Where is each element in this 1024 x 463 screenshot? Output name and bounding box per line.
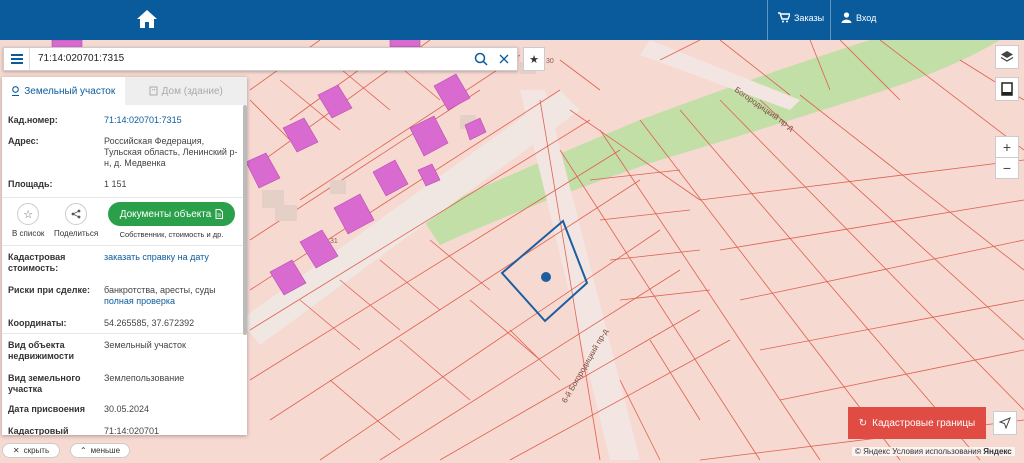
object-type-label: Вид объекта недвижимости: [8, 340, 74, 361]
object-documents-button[interactable]: Документы объекта: [108, 202, 235, 226]
home-icon[interactable]: [136, 8, 158, 30]
minus-icon: −: [1002, 160, 1012, 176]
cad-quarter-label: Кадастровый: [8, 426, 69, 435]
pin-icon: [12, 86, 20, 96]
less-label: меньше: [90, 446, 121, 455]
area-value: 1 151: [104, 179, 127, 189]
layers-button[interactable]: [995, 45, 1019, 69]
hide-panel-button[interactable]: ✕ скрыть: [2, 443, 60, 458]
docs-subtitle: Собственник, стоимость и др.: [119, 230, 224, 239]
divider: [830, 0, 831, 40]
coords-value: 54.265585, 37.672392: [104, 318, 195, 328]
orders-link[interactable]: Заказы: [778, 12, 824, 23]
tab-label: Земельный участок: [24, 85, 116, 97]
search-input[interactable]: 71:14:020701:7315: [38, 53, 124, 64]
menu-button[interactable]: [4, 48, 30, 70]
tab-label: Дом (здание): [161, 85, 223, 97]
land-type-label: Вид земельного участка: [8, 373, 81, 394]
divider: [2, 197, 243, 198]
tab-land-plot[interactable]: Земельный участок: [2, 77, 125, 105]
yandex-attribution[interactable]: © Яндекс Условия использования Яндекс: [852, 447, 1015, 456]
close-icon[interactable]: [498, 52, 510, 66]
house-number: 31: [330, 238, 338, 245]
coords-label: Координаты:: [8, 318, 67, 328]
risks-text: банкротства, аресты, суды: [104, 285, 216, 295]
add-to-list-button[interactable]: ☆ В список: [12, 203, 44, 238]
star-icon: ★: [529, 53, 539, 66]
share-icon: [71, 209, 81, 219]
date-value: 30.05.2024: [104, 404, 150, 414]
navigation-arrow-icon: [999, 417, 1011, 429]
date-label: Дата присвоения: [8, 404, 85, 414]
cad-number-label: Кад.номер:: [8, 115, 58, 125]
geolocation-button[interactable]: [993, 411, 1017, 435]
risks-label: Риски при сделке:: [8, 285, 90, 295]
favorite-button[interactable]: ★: [523, 47, 545, 71]
user-icon: [841, 12, 852, 23]
building-icon: [149, 86, 158, 96]
risks-value: банкротства, аресты, суды полная проверк…: [104, 285, 244, 307]
search-bar: 71:14:020701:7315: [3, 47, 518, 71]
cart-icon: [778, 12, 790, 23]
yandex-logo: Яндекс: [983, 447, 1012, 456]
zoom-in-button[interactable]: +: [995, 136, 1019, 158]
house-number: 30: [546, 58, 554, 65]
area-label: Площадь:: [8, 179, 53, 189]
star-outline-icon: ☆: [23, 208, 34, 221]
hamburger-icon: [10, 54, 23, 64]
divider: [767, 0, 768, 40]
object-panel: Земельный участок Дом (здание) Кад.номер…: [2, 77, 247, 435]
plus-icon: +: [1002, 139, 1012, 155]
tab-building[interactable]: Дом (здание): [125, 77, 248, 105]
orders-label: Заказы: [794, 12, 825, 23]
ruler-icon: [1001, 82, 1013, 96]
less-button[interactable]: ⌃ меньше: [70, 443, 130, 458]
full-check-link[interactable]: полная проверка: [104, 296, 175, 306]
top-bar: Заказы Вход: [0, 0, 1024, 40]
address-label: Адрес:: [8, 136, 39, 146]
cad-cost-label: Кадастровая стоимость:: [8, 252, 66, 273]
address-value: Российская Федерация, Тульская область, …: [104, 136, 238, 168]
share-button[interactable]: Поделиться: [54, 203, 98, 238]
zoom-out-button[interactable]: −: [995, 157, 1019, 179]
cadastral-borders-button[interactable]: ↻ Кадастровые границы: [848, 407, 986, 439]
divider: [2, 333, 243, 334]
close-icon: ✕: [12, 446, 20, 455]
hide-label: скрыть: [23, 446, 50, 455]
chevron-up-icon: ⌃: [79, 446, 87, 455]
panel-scrollbar[interactable]: [243, 105, 247, 335]
yandex-terms[interactable]: © Яндекс Условия использования: [855, 447, 981, 456]
cad-quarter-value: 71:14:020701: [104, 426, 160, 435]
login-link[interactable]: Вход: [841, 12, 876, 23]
add-to-list-label: В список: [12, 229, 45, 238]
docs-button-label: Документы объекта: [119, 208, 212, 220]
layers-icon: [1000, 51, 1014, 62]
cad-number-value[interactable]: 71:14:020701:7315: [104, 115, 244, 126]
land-type-value: Землепользование: [104, 373, 185, 383]
share-label: Поделиться: [54, 229, 99, 238]
login-label: Вход: [856, 12, 877, 23]
refresh-icon: ↻: [858, 417, 868, 429]
document-icon: [215, 209, 224, 219]
object-type-value: Земельный участок: [104, 340, 186, 350]
divider: [2, 245, 243, 246]
order-certificate-link[interactable]: заказать справку на дату: [104, 252, 244, 263]
ruler-button[interactable]: [995, 77, 1019, 101]
search-icon[interactable]: [474, 52, 488, 66]
cad-borders-label: Кадастровые границы: [872, 417, 976, 429]
parcel-marker[interactable]: [541, 272, 551, 282]
panel-tabs: Земельный участок Дом (здание): [2, 77, 247, 105]
